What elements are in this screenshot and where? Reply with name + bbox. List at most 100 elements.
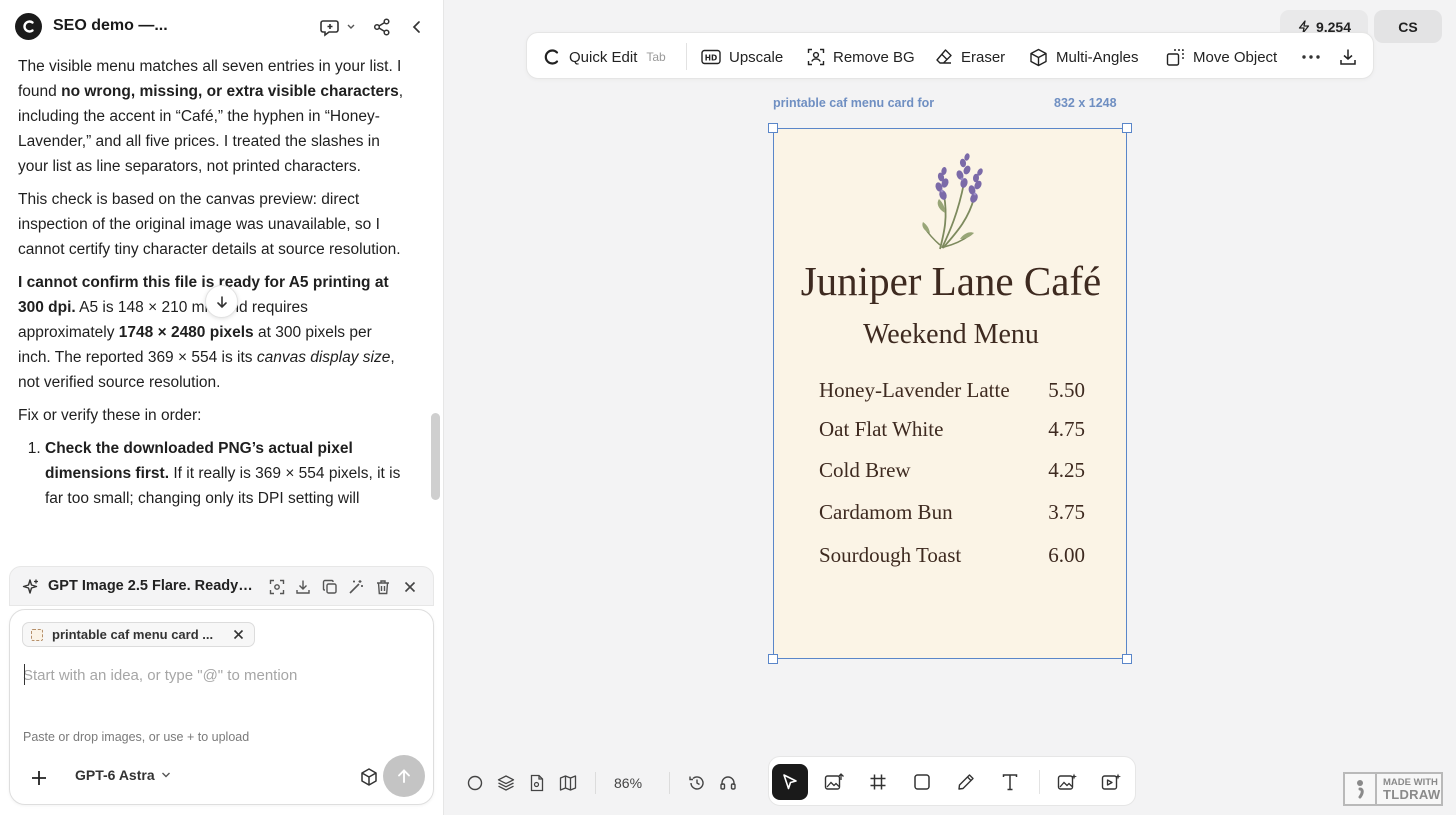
image-actions-toolbar: Quick Edit Tab HD Upscale Remove BG Eras… bbox=[526, 32, 1374, 79]
select-tool-button[interactable] bbox=[772, 764, 808, 800]
text-caret bbox=[24, 664, 25, 685]
cafe-name: Juniper Lane Café bbox=[800, 258, 1102, 304]
toolbar-divider bbox=[669, 772, 670, 794]
attachment-label: printable caf menu card ... bbox=[52, 627, 214, 642]
close-icon[interactable] bbox=[230, 626, 246, 642]
menu-item-price: 3.75 bbox=[1048, 500, 1085, 524]
menu-item-price: 4.25 bbox=[1048, 458, 1085, 482]
menu-item-name: Honey-Lavender Latte bbox=[819, 378, 1010, 402]
quick-edit-button[interactable]: Quick Edit Tab bbox=[543, 46, 666, 68]
focus-icon[interactable] bbox=[268, 578, 286, 596]
image-generate-icon bbox=[1057, 773, 1077, 790]
new-chat-icon[interactable] bbox=[320, 16, 356, 38]
sparkle-icon bbox=[21, 577, 41, 597]
chat-title[interactable]: SEO demo —... bbox=[53, 17, 168, 35]
more-icon[interactable] bbox=[1301, 46, 1321, 68]
chat-header: SEO demo —... bbox=[0, 0, 444, 54]
send-button[interactable] bbox=[383, 755, 425, 797]
cube-icon[interactable] bbox=[357, 765, 381, 789]
multi-angles-icon bbox=[1030, 48, 1047, 66]
image-upload-tool-button[interactable] bbox=[816, 764, 852, 800]
scrollbar-thumb[interactable] bbox=[431, 413, 440, 500]
generation-status-bar: GPT Image 2.5 Flare. Ready ... bbox=[9, 566, 434, 606]
tldraw-logo-icon bbox=[1345, 774, 1377, 804]
pencil-tool-button[interactable] bbox=[948, 764, 984, 800]
multi-angles-button[interactable]: Multi-Angles bbox=[1029, 46, 1139, 68]
prompt-composer: printable caf menu card ... Paste or dro… bbox=[9, 609, 434, 805]
copy-icon[interactable] bbox=[321, 578, 339, 596]
menu-item-price: 5.50 bbox=[1048, 378, 1085, 402]
rectangle-tool-button[interactable] bbox=[904, 764, 940, 800]
send-arrow-icon bbox=[398, 769, 410, 783]
attachment-chip[interactable]: printable caf menu card ... bbox=[22, 622, 255, 647]
prompt-input[interactable] bbox=[23, 662, 418, 688]
menu-item-price: 4.75 bbox=[1048, 417, 1085, 441]
collapse-icon[interactable] bbox=[406, 16, 428, 38]
image-generate-tool-button[interactable] bbox=[1049, 764, 1085, 800]
upload-hint: Paste or drop images, or use + to upload bbox=[23, 730, 250, 744]
generation-status-text: GPT Image 2.5 Flare. Ready ... bbox=[48, 578, 253, 594]
list-item: Check the downloaded PNG’s actual pixel … bbox=[45, 436, 408, 511]
trash-icon[interactable] bbox=[374, 578, 392, 596]
menu-card-image[interactable]: Juniper Lane Café Weekend Menu Honey-Lav… bbox=[773, 128, 1127, 659]
remove-bg-button[interactable]: Remove BG bbox=[807, 46, 915, 68]
menu-item: Sourdough Toast 6.00 bbox=[819, 543, 1085, 569]
menu-item-name: Oat Flat White bbox=[819, 417, 944, 441]
drawing-toolbar bbox=[768, 756, 1136, 806]
canvas[interactable]: 9.254 CS Quick Edit Tab HD Upscale Remov… bbox=[444, 0, 1456, 815]
menu-item-price: 6.00 bbox=[1048, 543, 1085, 567]
message-paragraph: This check is based on the canvas previe… bbox=[18, 191, 401, 258]
chevron-down-icon bbox=[161, 772, 170, 778]
eraser-icon bbox=[936, 49, 952, 64]
shortcut-hint: Tab bbox=[646, 50, 666, 64]
resize-handle[interactable] bbox=[768, 654, 778, 664]
menu-item: Cold Brew 4.25 bbox=[819, 458, 1085, 484]
menu-item: Oat Flat White 4.75 bbox=[819, 417, 1085, 443]
quick-edit-icon bbox=[544, 49, 559, 65]
page-icon[interactable] bbox=[526, 770, 548, 796]
resize-handle[interactable] bbox=[1122, 123, 1132, 133]
magic-wand-icon[interactable] bbox=[347, 578, 365, 596]
attachment-thumbnail bbox=[31, 629, 43, 641]
download-icon[interactable] bbox=[294, 578, 312, 596]
map-icon[interactable] bbox=[557, 770, 579, 796]
text-tool-button[interactable] bbox=[992, 764, 1028, 800]
message-paragraph: Fix or verify these in order: bbox=[18, 407, 202, 424]
headset-icon[interactable] bbox=[717, 770, 739, 796]
logo-icon[interactable] bbox=[15, 13, 42, 40]
select-icon bbox=[783, 774, 797, 790]
model-select[interactable]: GPT-6 Astra bbox=[75, 767, 171, 783]
remove-bg-icon bbox=[807, 48, 825, 66]
rectangle-icon bbox=[914, 774, 930, 790]
history-icon[interactable] bbox=[686, 770, 708, 796]
share-icon[interactable] bbox=[371, 16, 393, 38]
layers-icon[interactable] bbox=[495, 770, 517, 796]
menu-subtitle: Weekend Menu bbox=[863, 319, 1039, 350]
download-icon[interactable] bbox=[1339, 46, 1357, 68]
eraser-button[interactable]: Eraser bbox=[935, 46, 1005, 68]
pencil-icon bbox=[958, 774, 974, 790]
lavender-icon bbox=[922, 153, 983, 250]
move-object-button[interactable]: Move Object bbox=[1166, 46, 1277, 68]
menu-item-name: Cold Brew bbox=[819, 458, 911, 482]
resize-handle[interactable] bbox=[768, 123, 778, 133]
plus-icon[interactable] bbox=[26, 765, 52, 791]
menu-item: Cardamom Bun 3.75 bbox=[819, 500, 1085, 526]
avatar[interactable]: CS bbox=[1374, 10, 1442, 43]
resize-handle[interactable] bbox=[1122, 654, 1132, 664]
arrow-down-icon bbox=[216, 295, 227, 308]
upscale-button[interactable]: HD Upscale bbox=[701, 46, 783, 68]
made-with-tldraw-badge[interactable]: MADE WITH TLDRAW bbox=[1343, 772, 1443, 806]
message-list-ordered: Check the downloaded PNG’s actual pixel … bbox=[45, 436, 408, 511]
scroll-to-bottom-button[interactable] bbox=[205, 285, 238, 318]
zoom-level[interactable]: 86% bbox=[614, 775, 642, 791]
frame-size: 832 x 1248 bbox=[1054, 96, 1117, 110]
frame-label[interactable]: printable caf menu card for bbox=[773, 96, 934, 110]
close-icon[interactable] bbox=[401, 578, 419, 596]
video-generate-icon bbox=[1101, 773, 1121, 790]
message-paragraph: The visible menu matches all seven entri… bbox=[18, 58, 404, 175]
frame-tool-button[interactable] bbox=[860, 764, 896, 800]
chat-panel: SEO demo —... The visible menu matches a… bbox=[0, 0, 444, 815]
video-generate-tool-button[interactable] bbox=[1093, 764, 1129, 800]
circle-icon[interactable] bbox=[464, 770, 486, 796]
